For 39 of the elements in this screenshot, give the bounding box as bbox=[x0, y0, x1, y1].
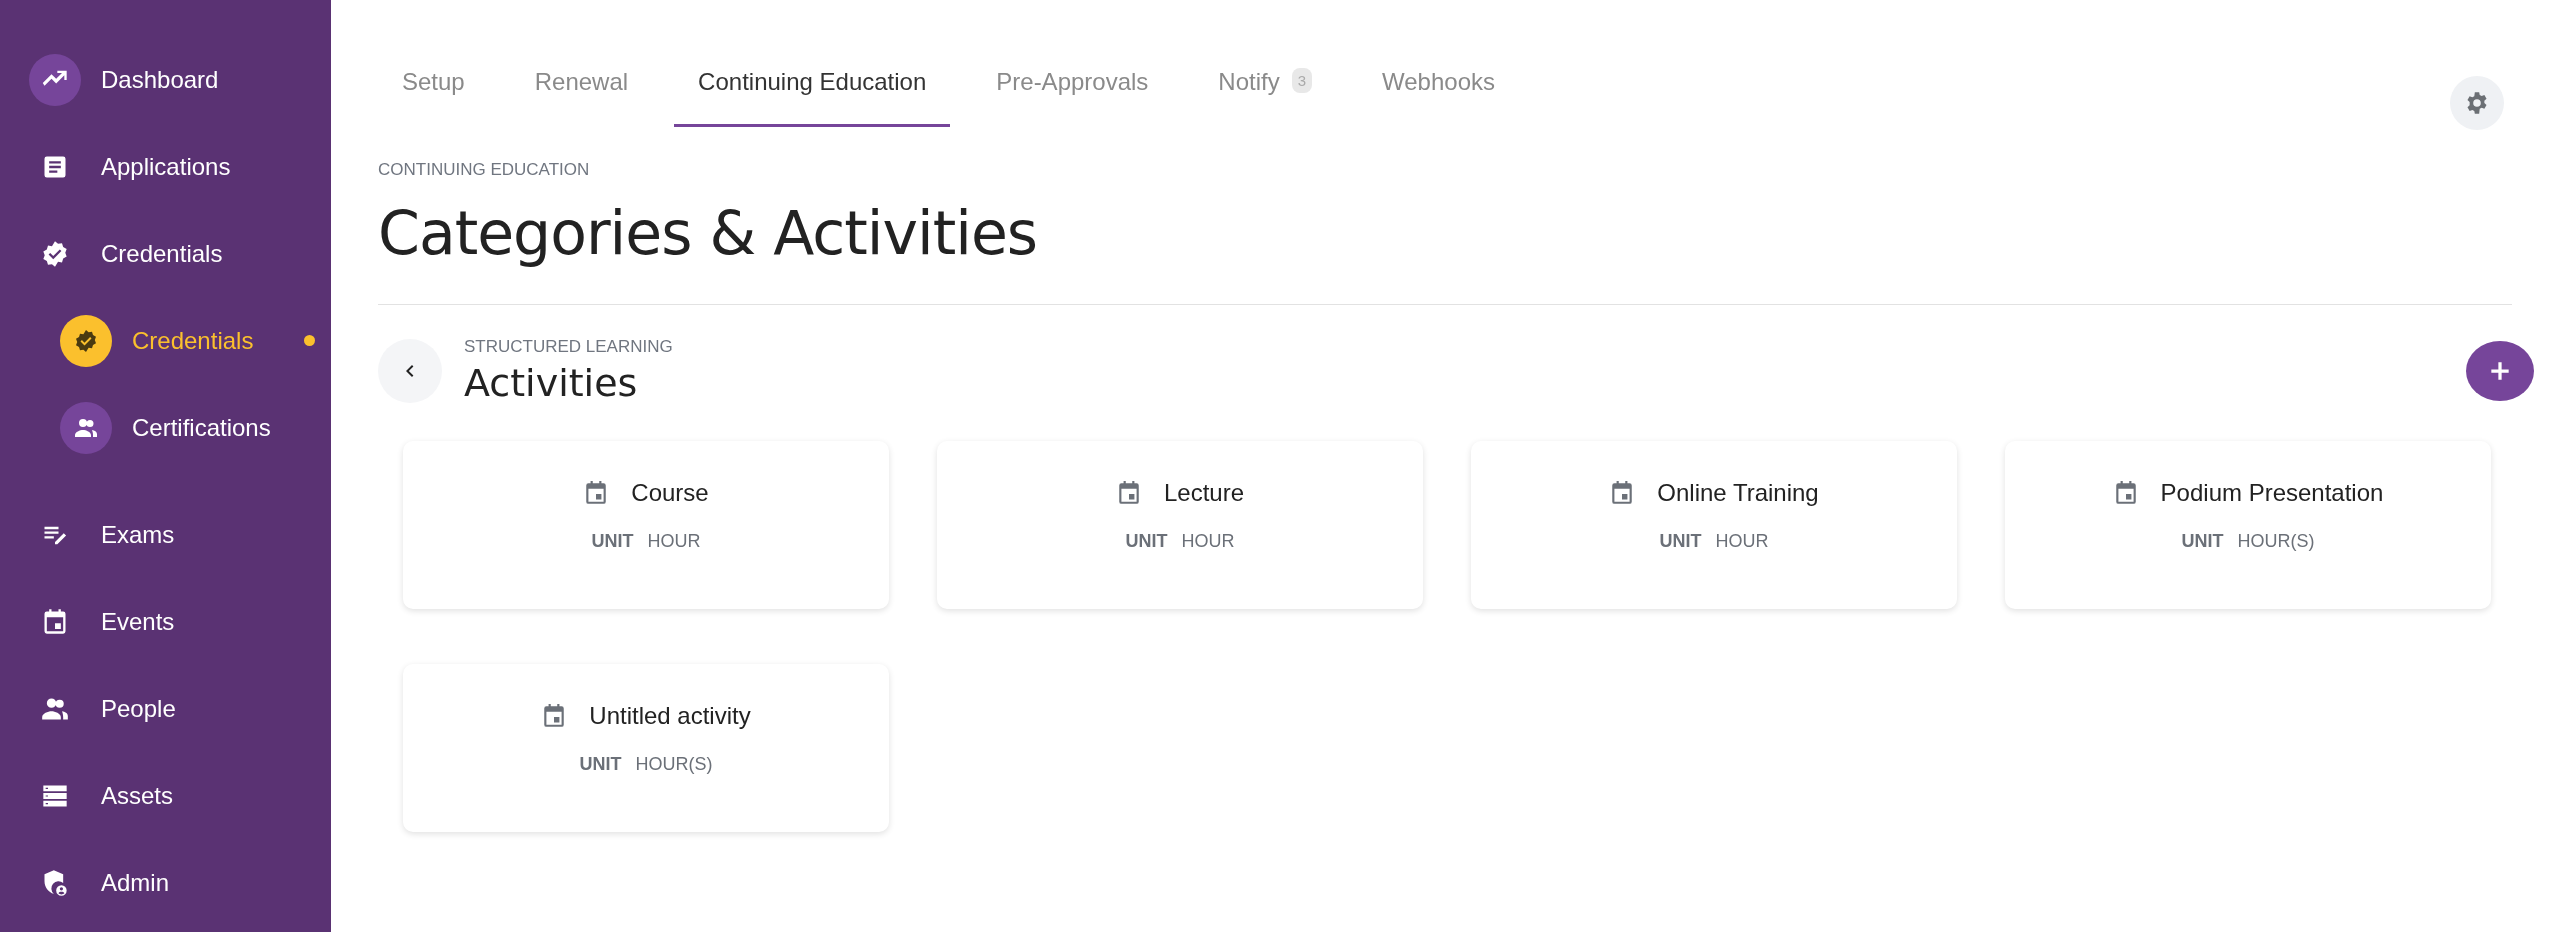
count-badge: 3 bbox=[1291, 68, 1313, 93]
unit-value: HOUR(S) bbox=[2237, 531, 2315, 552]
page-title: Categories & Activities bbox=[378, 198, 1039, 268]
sidebar-item[interactable]: Admin bbox=[0, 839, 331, 926]
sidebar-item[interactable]: Applications bbox=[0, 123, 331, 210]
tab[interactable]: Continuing Education bbox=[674, 56, 951, 127]
unit-value: HOUR bbox=[647, 531, 701, 552]
sidebar-item[interactable]: Assets bbox=[0, 752, 331, 839]
sidebar-subitem[interactable]: Certifications bbox=[0, 384, 331, 471]
unit-value: HOUR bbox=[1715, 531, 1769, 552]
activity-card[interactable]: Online Training UNIT HOUR bbox=[1471, 441, 1957, 609]
active-dot bbox=[304, 335, 315, 346]
activity-name: Online Training bbox=[1657, 479, 1819, 507]
badge-check-icon bbox=[74, 328, 98, 353]
sidebar-subitem[interactable]: Credentials bbox=[0, 297, 331, 384]
unit-value: HOUR bbox=[1181, 531, 1235, 552]
sidebar-item[interactable]: Exams bbox=[0, 491, 331, 578]
activity-name: Untitled activity bbox=[589, 702, 751, 730]
activity-card[interactable]: Podium Presentation UNIT HOUR(S) bbox=[2005, 441, 2491, 609]
sidebar-item[interactable]: Credentials bbox=[0, 210, 331, 297]
unit-label: UNIT bbox=[1659, 531, 1702, 552]
activity-card[interactable]: Untitled activity UNIT HOUR(S) bbox=[403, 664, 889, 832]
unit-label: UNIT bbox=[591, 531, 634, 552]
unit-label: UNIT bbox=[579, 754, 622, 775]
unit-label: UNIT bbox=[1125, 531, 1168, 552]
sidebar-item[interactable]: Dashboard bbox=[0, 36, 331, 123]
sidebar-item[interactable]: People bbox=[0, 665, 331, 752]
unit-value: HOUR(S) bbox=[635, 754, 713, 775]
unit-label: UNIT bbox=[2181, 531, 2224, 552]
activity-name: Course bbox=[631, 479, 709, 507]
activity-card[interactable]: Course UNIT HOUR bbox=[403, 441, 889, 609]
page-eyebrow: CONTINUING EDUCATION bbox=[378, 160, 591, 180]
activity-card[interactable]: Lecture UNIT HOUR bbox=[937, 441, 1423, 609]
activity-name: Lecture bbox=[1163, 479, 1245, 507]
section-title: Activities bbox=[464, 361, 639, 405]
badge-check-icon bbox=[41, 239, 69, 268]
sidebar-item[interactable]: Events bbox=[0, 578, 331, 665]
activity-name: Podium Presentation bbox=[2160, 479, 2384, 507]
section-eyebrow: STRUCTURED LEARNING bbox=[464, 337, 673, 357]
